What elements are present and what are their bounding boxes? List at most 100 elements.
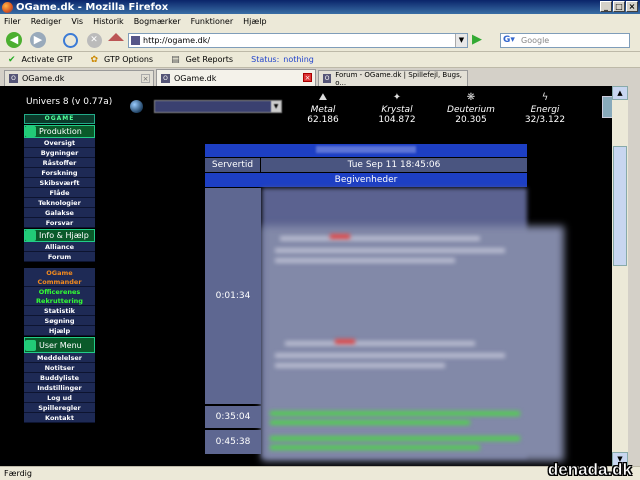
- universe-title: Univers 8 (v 0.77a): [26, 97, 112, 107]
- status-text: Færdig: [4, 469, 32, 478]
- menu-kontakt[interactable]: Kontakt: [24, 413, 95, 423]
- event-timer: 0:45:38: [205, 430, 261, 454]
- menu-officers[interactable]: Officerenes Rekruttering: [24, 287, 95, 306]
- page-content: Univers 8 (v 0.77a) OGAME Produktion Ove…: [0, 86, 612, 466]
- reports-icon: ▤: [171, 54, 180, 65]
- crystal-icon: ✦: [392, 92, 402, 103]
- commander-line-2: Commander: [37, 278, 82, 286]
- blurred-event-line: [270, 445, 480, 450]
- game-version: (v 0.77a): [71, 97, 113, 107]
- scroll-up-icon[interactable]: ▲: [612, 86, 628, 100]
- menu-commander[interactable]: OGame Commander: [24, 268, 95, 287]
- menu-bookmarks[interactable]: Bogmærker: [134, 17, 181, 26]
- maximize-button[interactable]: □: [613, 1, 625, 12]
- window-title: OGame.dk - Mozilla Firefox: [16, 1, 169, 13]
- menu-view[interactable]: Vis: [71, 17, 83, 26]
- menu-statistik[interactable]: Statistik: [24, 306, 95, 316]
- window-title-bar: OGame.dk - Mozilla Firefox _ □ ×: [0, 0, 640, 14]
- go-button[interactable]: ▶: [472, 33, 488, 48]
- blurred-event-line: [270, 420, 470, 425]
- menu-help[interactable]: Hjælp: [243, 17, 266, 26]
- tab-close-icon[interactable]: ×: [303, 73, 312, 82]
- menu-forum[interactable]: Forum: [24, 252, 95, 262]
- home-button[interactable]: [106, 31, 126, 49]
- menu-rastoffer[interactable]: Råstoffer: [24, 158, 95, 168]
- scroll-thumb[interactable]: [613, 146, 627, 266]
- tab-ogame-1[interactable]: O OGame.dk ×: [4, 70, 154, 86]
- blurred-event-line: [270, 411, 520, 416]
- navigation-toolbar: ◀ ▶ ✕ http://ogame.dk/ ▼ ▶ G▾ Google: [0, 28, 640, 52]
- chevron-down-icon[interactable]: ▼: [271, 101, 281, 112]
- close-button[interactable]: ×: [626, 1, 638, 12]
- resource-value: 62.186: [307, 115, 339, 125]
- officers-line-2: Rekruttering: [36, 297, 83, 305]
- side-panel-button[interactable]: [602, 96, 612, 118]
- resource-label: Metal: [310, 105, 336, 115]
- menu-alliance[interactable]: Alliance: [24, 242, 95, 252]
- tab-ogame-2[interactable]: O OGame.dk ×: [156, 69, 316, 86]
- menu-spilleregler[interactable]: Spilleregler: [24, 403, 95, 413]
- planet-name-header: [205, 144, 527, 157]
- watermark-text: denada.dk: [547, 460, 633, 480]
- blurred-event-line: [275, 363, 445, 368]
- section-label: Produktion: [39, 127, 82, 136]
- menu-logud[interactable]: Log ud: [24, 393, 95, 403]
- resource-metal: ⛰ Metal 62.186: [288, 92, 358, 125]
- menu-forskning[interactable]: Forskning: [24, 168, 95, 178]
- menu-sogning[interactable]: Søgning: [24, 316, 95, 326]
- ogame-tab-icon: O: [323, 74, 332, 83]
- menu-history[interactable]: Historik: [93, 17, 124, 26]
- site-icon: [131, 36, 140, 45]
- resource-value: 104.872: [378, 115, 416, 125]
- stop-button[interactable]: ✕: [84, 31, 104, 49]
- search-input[interactable]: G▾ Google: [500, 33, 630, 48]
- resource-deuterium: ❋ Deuterium 20.305: [436, 92, 506, 125]
- menu-notitser[interactable]: Notitser: [24, 363, 95, 373]
- server-time-row: Servertid Tue Sep 11 18:45:06: [205, 158, 527, 172]
- menu-file[interactable]: Filer: [4, 17, 21, 26]
- menu-flade[interactable]: Flåde: [24, 188, 95, 198]
- left-menu: OGAME Produktion Oversigt Bygninger Råst…: [24, 114, 95, 423]
- bookmark-activate-gtp[interactable]: ✔ Activate GTP: [8, 55, 73, 65]
- menu-bygninger[interactable]: Bygninger: [24, 148, 95, 158]
- back-button[interactable]: ◀: [4, 31, 24, 49]
- url-bar[interactable]: http://ogame.dk/ ▼: [128, 33, 468, 48]
- reload-button[interactable]: [60, 31, 80, 49]
- menu-edit[interactable]: Rediger: [31, 17, 62, 26]
- menu-indstillinger[interactable]: Indstillinger: [24, 383, 95, 393]
- deuterium-icon: ❋: [466, 92, 476, 103]
- minimize-button[interactable]: _: [600, 1, 612, 12]
- url-dropdown-icon[interactable]: ▼: [455, 34, 467, 47]
- bookmark-get-reports[interactable]: ▤ Get Reports: [171, 55, 233, 65]
- menu-forsvar[interactable]: Forsvar: [24, 218, 95, 228]
- menu-tools[interactable]: Funktioner: [191, 17, 233, 26]
- firefox-icon: [2, 1, 13, 13]
- planet-icon: [130, 100, 143, 113]
- menu-teknologier[interactable]: Teknologier: [24, 198, 95, 208]
- planet-select[interactable]: ▼: [154, 100, 282, 113]
- menu-galakse[interactable]: Galakse: [24, 208, 95, 218]
- menu-skibsvaerft[interactable]: Skibsværft: [24, 178, 95, 188]
- event-timer: 0:35:04: [205, 406, 261, 428]
- blurred-event-line: [280, 236, 480, 241]
- menu-hjaelp[interactable]: Hjælp: [24, 326, 95, 336]
- resource-krystal: ✦ Krystal 104.872: [362, 92, 432, 125]
- status-bar: Færdig: [0, 466, 640, 480]
- tab-forum[interactable]: O Forum - OGame.dk | Spillefejl, Bugs, o…: [318, 70, 468, 87]
- gear-icon: [25, 126, 36, 137]
- search-placeholder: Google: [521, 36, 550, 45]
- blurred-event-line: [275, 248, 505, 253]
- forward-button[interactable]: ▶: [28, 31, 48, 49]
- resource-label: Energi: [530, 105, 560, 115]
- page-scrollbar[interactable]: ▲ ▼: [612, 86, 628, 466]
- menu-oversigt[interactable]: Oversigt: [24, 138, 95, 148]
- menu-buddyliste[interactable]: Buddyliste: [24, 373, 95, 383]
- bookmark-gtp-options[interactable]: ✿ GTP Options: [91, 55, 154, 65]
- resource-label: Krystal: [381, 105, 413, 115]
- gear-icon: ✿: [90, 54, 99, 65]
- bookmark-label: GTP Options: [104, 55, 154, 64]
- gtp-status: Status: nothing: [251, 55, 314, 64]
- tab-close-icon[interactable]: ×: [141, 74, 150, 83]
- menu-meddelelser[interactable]: Meddelelser: [24, 353, 95, 363]
- tab-label: Forum - OGame.dk | Spillefejl, Bugs, o..…: [335, 70, 462, 87]
